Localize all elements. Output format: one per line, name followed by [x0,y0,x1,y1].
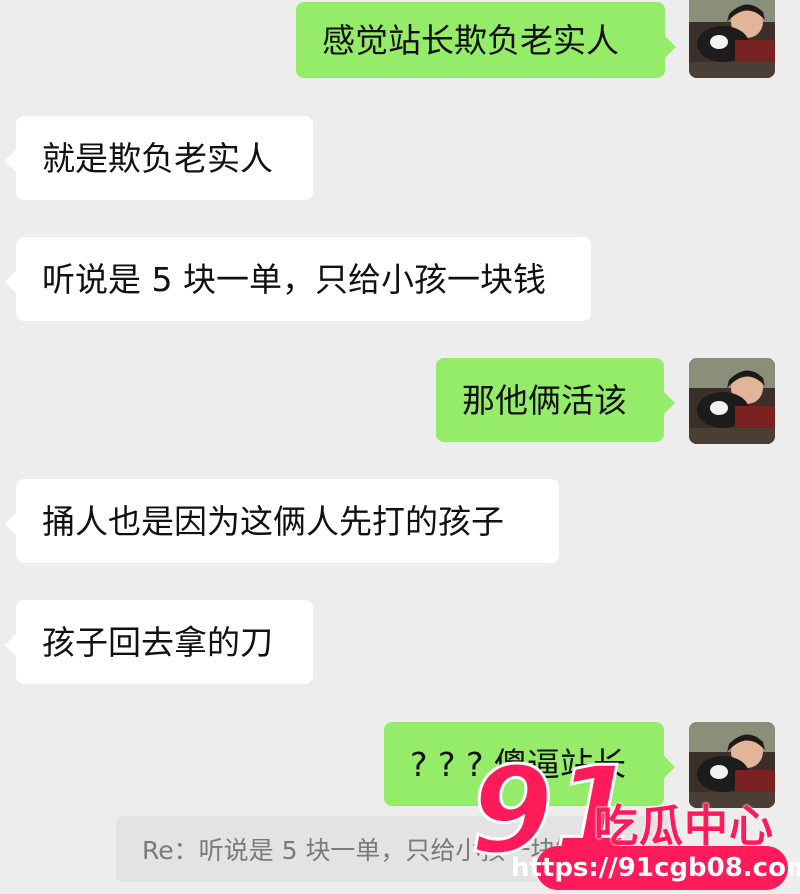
message-bubble-incoming[interactable]: 孩子回去拿的刀 [5,600,313,684]
message-text: 孩子回去拿的刀 [42,622,273,662]
avatar-photo-icon [689,0,775,78]
message-text: 那他俩活该 [462,380,627,420]
message-bubble-incoming[interactable]: 捅人也是因为这俩人先打的孩子 [5,479,559,563]
user-avatar[interactable] [689,358,775,444]
message-bubble-outgoing[interactable]: 感觉站长欺负老实人 [296,2,676,78]
watermark-text: 吃瓜中心 [594,801,774,852]
user-avatar[interactable] [689,0,775,78]
message-text: 就是欺负老实人 [42,138,273,178]
message-bubble-incoming[interactable]: 听说是 5 块一单，只给小孩一块钱 [5,237,591,321]
message-bubble-incoming[interactable]: 就是欺负老实人 [5,116,313,200]
message-bubble-outgoing[interactable]: 那他俩活该 [436,358,675,442]
message-text: 听说是 5 块一单，只给小孩一块钱 [42,259,546,299]
message-text: 捅人也是因为这俩人先打的孩子 [42,501,504,541]
avatar-photo-icon [689,358,775,444]
watermark-url[interactable]: https://91cgb08.com [511,846,800,890]
message-text: 感觉站长欺负老实人 [322,20,619,60]
